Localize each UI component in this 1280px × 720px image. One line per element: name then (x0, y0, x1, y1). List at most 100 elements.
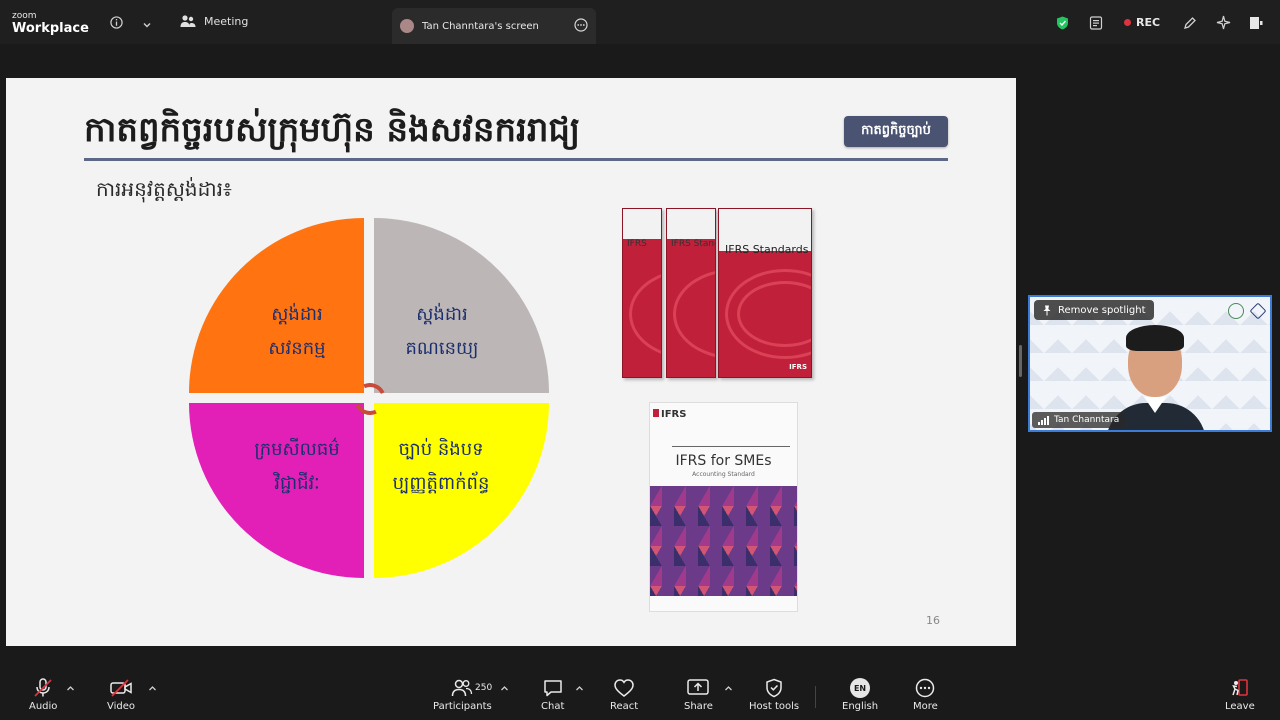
shared-screen-label: Tan Channtara's screen (422, 20, 539, 32)
meeting-people-icon (180, 15, 196, 27)
book-title: IFRS Standards (671, 239, 715, 249)
slide-subtitle: ការអនុវត្តស្តង់ដារ៖ (96, 177, 232, 201)
book-title: IFRS (627, 239, 647, 249)
rec-label: REC (1136, 16, 1161, 29)
org-logo-icon (1249, 302, 1267, 320)
quadrant-audit-standards: ស្តង់ដារ សវនកម្ម (189, 218, 364, 393)
chat-options-caret-icon[interactable] (575, 684, 584, 696)
chat-button[interactable]: Chat (541, 678, 564, 712)
view-layout-icon[interactable] (1249, 15, 1263, 34)
remove-spotlight-button[interactable]: Remove spotlight (1034, 300, 1154, 320)
participants-options-caret-icon[interactable] (500, 684, 509, 696)
chevron-down-icon[interactable] (142, 15, 152, 34)
shared-screen-tab[interactable]: Tan Channtara's screen (392, 8, 596, 44)
audio-button[interactable]: Audio (29, 678, 57, 712)
info-icon[interactable] (110, 14, 123, 33)
slide-tag: កាតព្វកិច្ចច្បាប់ (844, 116, 948, 147)
quadrant-ethics-code: ក្រមសីលធម៌ វិជ្ជាជីវៈ (189, 403, 364, 578)
toolbar-divider (815, 686, 816, 708)
participant-count: 250 (475, 683, 493, 693)
ifrs-for-smes-book-image: IFRS IFRS for SMEs Accounting Standard (649, 402, 798, 612)
more-label: More (913, 701, 938, 712)
host-tools-label: Host tools (749, 701, 800, 712)
quadrant-label: ស្តង់ដារ គណនេយ្យ (382, 298, 502, 366)
org-logo-icon (1228, 303, 1244, 319)
ai-companion-icon[interactable] (1216, 15, 1231, 34)
meeting-summary-icon[interactable] (1089, 15, 1103, 34)
quadrant-line: វិជ្ជាជីវៈ (274, 473, 320, 494)
leave-exit-icon (1232, 679, 1248, 696)
host-shield-icon (766, 678, 782, 698)
host-tools-button[interactable]: Host tools (749, 678, 799, 712)
smes-book-subtitle: Accounting Standard (692, 471, 755, 478)
audio-options-caret-icon[interactable] (66, 684, 75, 696)
language-button[interactable]: EN English (842, 678, 878, 712)
logo-zoom-text: zoom (12, 11, 37, 21)
top-bar: zoom Workplace Meeting Tan Channtara's s… (0, 0, 1280, 44)
spotlight-video-tile[interactable]: Remove spotlight Tan Channtara (1028, 295, 1272, 432)
smes-book-title: IFRS for SMEs (675, 453, 772, 469)
ifrs-logo-mark-icon (653, 409, 659, 417)
recording-dot-icon (1124, 19, 1131, 26)
pin-icon (1043, 305, 1051, 315)
participants-label: Participants (433, 701, 492, 712)
audio-label: Audio (29, 701, 58, 712)
language-badge-icon: EN (850, 678, 871, 698)
quadrant-line: ច្បាប់ និងបទ (398, 439, 484, 460)
chat-label: Chat (541, 701, 565, 712)
language-label: English (842, 701, 879, 712)
participant-name: Tan Channtara (1054, 415, 1120, 425)
remove-spotlight-label: Remove spotlight (1058, 304, 1146, 316)
ifrs-standards-books-image: IFRS IFRS Standards IFRS Standards IFRS (622, 208, 812, 380)
video-label: Video (107, 701, 136, 712)
ifrs-logo: IFRS (653, 409, 686, 420)
slide-title: កាតព្វកិច្ចរបស់ក្រុមហ៊ុន និងសវនកររាជ្យ (84, 110, 581, 150)
standards-quadrant-diagram: ស្តង់ដារ សវនកម្ម ស្តង់ដារ គណនេយ្យ ក្រមសី… (189, 218, 551, 580)
share-screen-icon (687, 679, 710, 695)
chat-bubble-icon (543, 680, 562, 697)
cover-pattern (650, 486, 797, 596)
video-button[interactable]: Video (107, 678, 135, 712)
more-options-icon[interactable] (574, 17, 588, 35)
book-title: IFRS Standards (725, 243, 809, 256)
react-button[interactable]: React (610, 678, 638, 712)
encryption-shield-icon[interactable] (1056, 15, 1069, 34)
meeting-toolbar: Audio Video Participants 250 Chat React … (0, 672, 1280, 720)
more-dots-icon (916, 678, 935, 698)
sharer-avatar (400, 19, 414, 33)
participants-icon (452, 679, 473, 697)
heart-icon (614, 679, 634, 697)
video-options-caret-icon[interactable] (148, 684, 157, 696)
meeting-label: Meeting (204, 14, 249, 28)
share-label: Share (684, 701, 713, 712)
recording-indicator[interactable]: REC (1124, 16, 1160, 29)
quadrant-laws-regulations: ច្បាប់ និងបទ ប្បញ្ញត្តិពាក់ព័ន្ធ (374, 403, 549, 578)
annotate-pen-icon[interactable] (1183, 15, 1197, 34)
quadrant-line: ប្បញ្ញត្តិពាក់ព័ន្ធ (392, 473, 490, 494)
leave-label: Leave (1225, 701, 1255, 712)
leave-button[interactable]: Leave (1225, 678, 1255, 712)
share-options-caret-icon[interactable] (724, 684, 733, 696)
quadrant-label: ស្តង់ដារ សវនកម្ម (237, 298, 357, 366)
quadrant-line: គណនេយ្យ (405, 338, 479, 359)
title-divider (84, 158, 948, 161)
camera-off-icon (110, 679, 132, 697)
quadrant-accounting-standards: ស្តង់ដារ គណនេយ្យ (374, 218, 549, 393)
zoom-window: zoom Workplace Meeting Tan Channtara's s… (0, 0, 1280, 720)
background-logos (1228, 302, 1267, 320)
signal-strength-icon (1038, 415, 1049, 425)
zoom-workplace-logo: zoom Workplace (12, 11, 89, 36)
panel-resize-handle[interactable] (1019, 345, 1022, 377)
react-label: React (610, 701, 639, 712)
slide-page-number: 16 (926, 614, 940, 627)
participant-video (1106, 325, 1206, 430)
meeting-button[interactable]: Meeting (180, 14, 248, 28)
quadrant-label: ច្បាប់ និងបទ ប្បញ្ញត្តិពាក់ព័ន្ធ (376, 433, 506, 501)
share-button[interactable]: Share (684, 678, 713, 712)
more-button[interactable]: More (913, 678, 938, 712)
microphone-muted-icon (34, 678, 52, 697)
logo-workplace-text: Workplace (12, 21, 89, 36)
quadrant-line: ស្តង់ដារ (271, 304, 323, 325)
quadrant-label: ក្រមសីលធម៌ វិជ្ជាជីវៈ (237, 433, 357, 501)
ifrs-logo-text: IFRS (661, 409, 687, 420)
